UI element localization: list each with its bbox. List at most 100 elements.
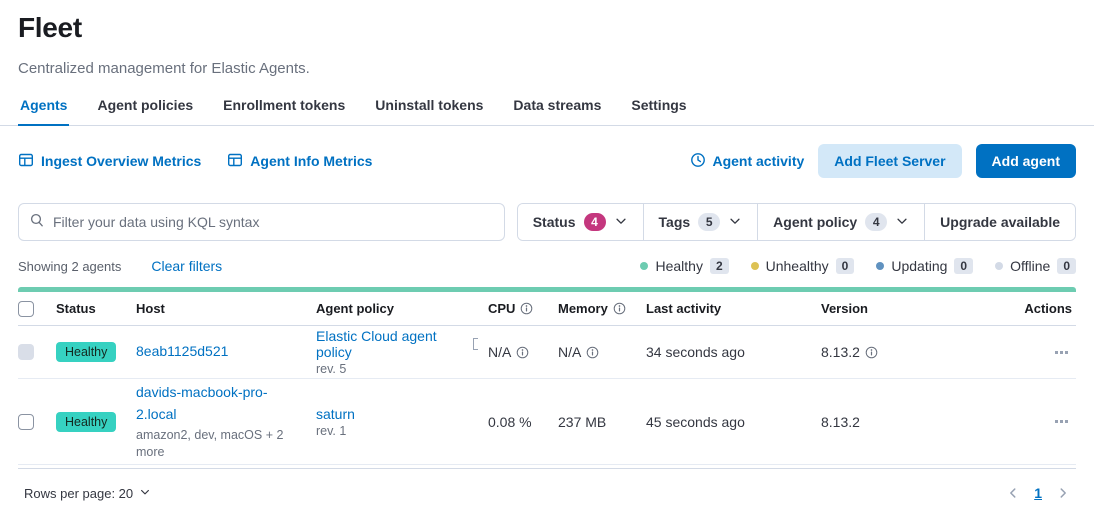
tab-agents[interactable]: Agents bbox=[18, 91, 69, 126]
rows-per-page-button[interactable]: Rows per page: 20 bbox=[24, 486, 151, 501]
tab-bar: Agents Agent policies Enrollment tokens … bbox=[0, 91, 1094, 126]
info-icon[interactable] bbox=[520, 302, 533, 315]
row-actions-button[interactable] bbox=[1051, 416, 1072, 427]
next-page-button[interactable] bbox=[1056, 486, 1070, 500]
legend-count: 2 bbox=[710, 258, 729, 274]
info-icon[interactable] bbox=[613, 302, 626, 315]
search-filter-row: Status 4 Tags 5 Agent policy 4 Upgrade a… bbox=[18, 203, 1076, 241]
host-link[interactable]: davids-macbook-pro-2.local bbox=[136, 382, 306, 425]
clear-filters-link[interactable]: Clear filters bbox=[151, 258, 222, 274]
metrics-link-label: Ingest Overview Metrics bbox=[41, 153, 201, 169]
tab-uninstall-tokens[interactable]: Uninstall tokens bbox=[373, 91, 485, 125]
status-legend: Healthy 2 Unhealthy 0 Updating 0 Offline… bbox=[640, 258, 1076, 274]
column-header-status: Status bbox=[56, 301, 136, 316]
memory-value: N/A bbox=[558, 344, 581, 360]
status-filter-count: 4 bbox=[584, 213, 606, 231]
cpu-value: 0.08 % bbox=[488, 414, 558, 430]
offline-dot-icon bbox=[995, 262, 1003, 270]
tab-agent-policies[interactable]: Agent policies bbox=[95, 91, 195, 125]
host-link[interactable]: 8eab1125d521 bbox=[136, 341, 228, 363]
column-header-version: Version bbox=[821, 301, 951, 316]
version-value: 8.13.2 bbox=[821, 414, 951, 430]
legend-label: Healthy bbox=[655, 258, 702, 274]
add-fleet-server-button[interactable]: Add Fleet Server bbox=[818, 144, 961, 178]
agent-policy-filter[interactable]: Agent policy 4 bbox=[757, 204, 924, 240]
info-icon[interactable] bbox=[516, 346, 529, 359]
column-header-last-activity: Last activity bbox=[646, 301, 821, 316]
agent-policy-filter-label: Agent policy bbox=[773, 214, 857, 230]
last-activity-value: 45 seconds ago bbox=[646, 414, 821, 430]
chevron-down-icon bbox=[139, 486, 151, 501]
agents-table: Status Host Agent policy CPU Memory Last… bbox=[18, 287, 1076, 465]
toolbar: Ingest Overview Metrics Agent Info Metri… bbox=[18, 144, 1076, 178]
row-actions-button[interactable] bbox=[1051, 347, 1072, 358]
kql-search-input[interactable] bbox=[53, 214, 494, 230]
table-row: Healthy 8eab1125d521 Elastic Cloud agent… bbox=[18, 326, 1076, 379]
column-header-host: Host bbox=[136, 301, 316, 316]
unhealthy-dot-icon bbox=[751, 262, 759, 270]
filter-group: Status 4 Tags 5 Agent policy 4 Upgrade a… bbox=[517, 203, 1076, 241]
updating-dot-icon bbox=[876, 262, 884, 270]
agent-policy-filter-count: 4 bbox=[865, 213, 887, 231]
page-1-button[interactable]: 1 bbox=[1034, 485, 1042, 501]
previous-page-button[interactable] bbox=[1006, 486, 1020, 500]
agent-info-metrics-link[interactable]: Agent Info Metrics bbox=[227, 152, 372, 171]
row-checkbox[interactable] bbox=[18, 414, 34, 430]
tab-enrollment-tokens[interactable]: Enrollment tokens bbox=[221, 91, 347, 125]
tags-filter-count: 5 bbox=[698, 213, 720, 231]
legend-item-unhealthy: Unhealthy 0 bbox=[751, 258, 855, 274]
status-filter-label: Status bbox=[533, 214, 576, 230]
legend-label: Unhealthy bbox=[766, 258, 829, 274]
select-all-checkbox[interactable] bbox=[18, 301, 34, 317]
column-header-cpu: CPU bbox=[488, 301, 558, 316]
legend-count: 0 bbox=[954, 258, 973, 274]
legend-count: 0 bbox=[836, 258, 855, 274]
upgrade-available-filter[interactable]: Upgrade available bbox=[924, 204, 1075, 240]
fleet-page: Fleet Centralized management for Elastic… bbox=[0, 12, 1094, 501]
legend-item-offline: Offline 0 bbox=[995, 258, 1076, 274]
summary-row: Showing 2 agents Clear filters Healthy 2… bbox=[18, 258, 1076, 274]
legend-label: Updating bbox=[891, 258, 947, 274]
chevron-down-icon bbox=[728, 214, 742, 231]
legend-item-updating: Updating 0 bbox=[876, 258, 973, 274]
column-header-actions: Actions bbox=[951, 301, 1076, 316]
tab-settings[interactable]: Settings bbox=[629, 91, 688, 125]
agents-count-label: Showing 2 agents bbox=[18, 259, 121, 274]
agent-activity-label: Agent activity bbox=[712, 153, 804, 169]
tab-data-streams[interactable]: Data streams bbox=[511, 91, 603, 125]
agent-policy-link[interactable]: Elastic Cloud agent policy bbox=[316, 328, 468, 360]
legend-item-healthy: Healthy 2 bbox=[640, 258, 728, 274]
dashboard-icon bbox=[18, 152, 34, 171]
page-subtitle: Centralized management for Elastic Agent… bbox=[18, 60, 1076, 77]
policy-revision: rev. 5 bbox=[316, 362, 346, 376]
table-footer: Rows per page: 20 1 bbox=[18, 469, 1076, 501]
cpu-value: N/A bbox=[488, 344, 511, 360]
add-agent-button[interactable]: Add agent bbox=[976, 144, 1076, 178]
metrics-link-label: Agent Info Metrics bbox=[250, 153, 372, 169]
copy-icon[interactable] bbox=[473, 338, 478, 350]
tags-filter[interactable]: Tags 5 bbox=[643, 204, 758, 240]
row-checkbox bbox=[18, 344, 34, 360]
legend-label: Offline bbox=[1010, 258, 1050, 274]
kql-search-box[interactable] bbox=[18, 203, 505, 241]
memory-value: 237 MB bbox=[558, 414, 646, 430]
page-title: Fleet bbox=[18, 12, 1076, 44]
chevron-down-icon bbox=[614, 214, 628, 231]
agent-policy-link[interactable]: saturn bbox=[316, 406, 355, 422]
pagination: 1 bbox=[1006, 485, 1070, 501]
clock-icon bbox=[690, 152, 706, 171]
info-icon[interactable] bbox=[586, 346, 599, 359]
table-header-row: Status Host Agent policy CPU Memory Last… bbox=[18, 292, 1076, 326]
last-activity-value: 34 seconds ago bbox=[646, 344, 821, 360]
healthy-dot-icon bbox=[640, 262, 648, 270]
status-filter[interactable]: Status 4 bbox=[518, 204, 643, 240]
version-value: 8.13.2 bbox=[821, 344, 860, 360]
column-header-agent-policy: Agent policy bbox=[316, 301, 488, 316]
column-header-cpu-label: CPU bbox=[488, 301, 515, 316]
policy-revision: rev. 1 bbox=[316, 424, 346, 438]
host-tags: amazon2, dev, macOS + 2 more bbox=[136, 427, 306, 461]
legend-count: 0 bbox=[1057, 258, 1076, 274]
info-icon[interactable] bbox=[865, 346, 878, 359]
agent-activity-button[interactable]: Agent activity bbox=[690, 152, 804, 171]
ingest-overview-metrics-link[interactable]: Ingest Overview Metrics bbox=[18, 152, 201, 171]
